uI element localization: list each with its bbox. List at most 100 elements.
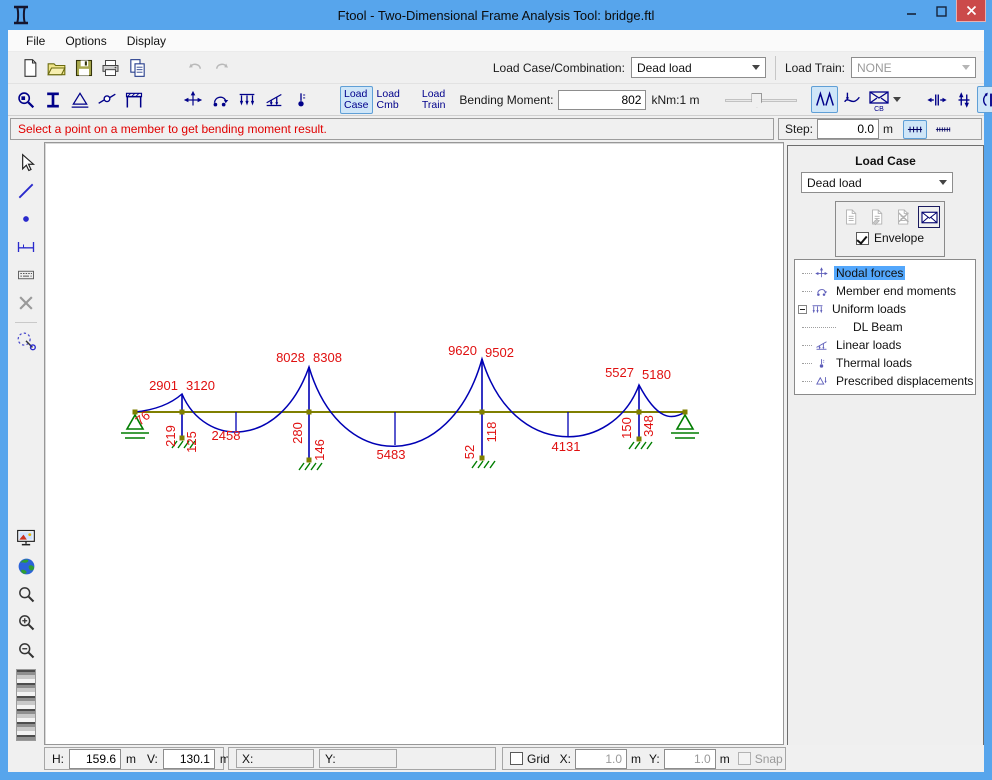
dimension-icon xyxy=(15,237,37,257)
grid-y-input[interactable] xyxy=(664,749,716,769)
section-properties-button[interactable] xyxy=(39,86,66,113)
load-combination-mode-button[interactable]: Load Cmb xyxy=(373,86,404,114)
prescribed-displacement-icon xyxy=(813,373,830,389)
svg-text:CB: CB xyxy=(874,106,884,113)
uniform-load-icon xyxy=(809,301,826,317)
svg-text:348: 348 xyxy=(641,415,656,437)
delete-load-case-button[interactable] xyxy=(892,206,914,228)
bending-moment-input[interactable] xyxy=(558,90,646,110)
envelope-case-button[interactable] xyxy=(918,206,940,228)
menu-display[interactable]: Display xyxy=(117,31,176,51)
monitor-icon xyxy=(15,528,37,548)
fit-view-button[interactable] xyxy=(13,525,39,551)
tree-item-prescribed-displacements[interactable]: Prescribed displacements xyxy=(797,372,973,390)
redo-button[interactable] xyxy=(208,54,235,81)
model-canvas[interactable]: 76 2901 3120 8028 8308 9620 9502 5527 51… xyxy=(44,142,784,745)
svg-text:125: 125 xyxy=(184,431,199,453)
save-floppy-icon xyxy=(74,58,94,78)
member-tool-button[interactable] xyxy=(13,178,39,204)
h-size-input[interactable] xyxy=(69,749,121,769)
window-frame xyxy=(0,772,992,780)
new-load-case-button[interactable] xyxy=(840,206,862,228)
tree-item-thermal-loads[interactable]: Thermal loads xyxy=(797,354,973,372)
snap-checkbox[interactable] xyxy=(738,752,751,765)
delete-tool-button[interactable] xyxy=(13,290,39,316)
rename-load-case-button[interactable] xyxy=(866,206,888,228)
undo-button[interactable] xyxy=(181,54,208,81)
status-message: Select a point on a member to get bendin… xyxy=(10,118,774,140)
node-tool-button[interactable] xyxy=(13,206,39,232)
delete-case-icon xyxy=(895,208,912,226)
thermal-loads-button[interactable] xyxy=(287,86,314,113)
grid-snap-group: Grid X: m Y: m Snap xyxy=(502,747,786,770)
v-size-input[interactable] xyxy=(163,749,215,769)
minimize-button[interactable] xyxy=(896,0,926,22)
dimension-tool-button[interactable] xyxy=(13,234,39,260)
minimize-icon xyxy=(906,6,917,17)
cursor-x-box: X: xyxy=(236,749,314,768)
menu-file[interactable]: File xyxy=(16,31,55,51)
tree-item-linear-loads[interactable]: Linear loads xyxy=(797,336,973,354)
tree-collapse-icon[interactable] xyxy=(798,305,807,314)
load-train-mode-button[interactable]: Load Train xyxy=(418,86,450,114)
hinge-button[interactable] xyxy=(93,86,120,113)
step-coarse-button[interactable] xyxy=(903,120,927,139)
uniform-loads-button[interactable] xyxy=(233,86,260,113)
step-input[interactable] xyxy=(817,119,879,139)
zoom-window-button[interactable] xyxy=(13,581,39,607)
transform-tool-button[interactable] xyxy=(13,327,39,353)
supports-button[interactable] xyxy=(66,86,93,113)
zoom-in-button[interactable] xyxy=(13,609,39,635)
member-end-moments-button[interactable] xyxy=(206,86,233,113)
print-button[interactable] xyxy=(97,54,124,81)
menu-options[interactable]: Options xyxy=(55,31,116,51)
copy-button[interactable] xyxy=(124,54,151,81)
step-fine-button[interactable] xyxy=(931,120,955,139)
rotation-moment-icon xyxy=(980,89,992,111)
slider-thumb[interactable] xyxy=(751,93,762,108)
load-train-select[interactable]: NONE xyxy=(851,57,976,78)
influence-line-icon xyxy=(841,89,863,111)
bending-moment-diagram-button[interactable] xyxy=(977,86,992,113)
keyboard-input-button[interactable] xyxy=(13,262,39,288)
zoom-out-button[interactable] xyxy=(13,637,39,663)
axial-force-icon xyxy=(926,89,948,111)
select-tool-button[interactable] xyxy=(13,150,39,176)
frame-icon xyxy=(124,90,144,110)
inspect-results-button[interactable] xyxy=(12,86,39,113)
axial-force-button[interactable] xyxy=(923,86,950,113)
linear-loads-button[interactable] xyxy=(260,86,287,113)
envelope-display-button[interactable]: CB xyxy=(865,86,892,113)
load-cmb-line2: Cmb xyxy=(377,100,400,111)
shear-force-button[interactable] xyxy=(950,86,977,113)
open-file-button[interactable] xyxy=(43,54,70,81)
load-case-combination-select[interactable]: Dead load xyxy=(631,57,766,78)
tree-item-member-end-moments[interactable]: Member end moments xyxy=(797,282,973,300)
tree-item-nodal-forces[interactable]: Nodal forces xyxy=(797,264,973,282)
tree-item-uniform-loads[interactable]: Uniform loads xyxy=(797,300,973,318)
delete-x-icon xyxy=(16,293,36,313)
grid-checkbox[interactable] xyxy=(510,752,523,765)
linear-load-icon xyxy=(263,89,285,111)
grid-y-unit: m xyxy=(720,752,730,766)
load-case-select[interactable]: Dead load xyxy=(801,172,953,193)
svg-text:5180: 5180 xyxy=(642,367,671,382)
diagram-display-button[interactable] xyxy=(811,86,838,113)
shrink-magnify-slider[interactable] xyxy=(16,669,36,741)
tree-item-dl-beam[interactable]: DL Beam xyxy=(797,318,973,336)
new-file-icon xyxy=(20,58,40,78)
scale-slider[interactable] xyxy=(723,91,799,109)
maximize-button[interactable] xyxy=(926,0,956,22)
nodal-forces-button[interactable] xyxy=(179,86,206,113)
influence-line-button[interactable] xyxy=(838,86,865,113)
new-file-button[interactable] xyxy=(16,54,43,81)
envelope-dropdown-caret[interactable] xyxy=(893,97,901,106)
envelope-checkbox[interactable] xyxy=(856,232,869,245)
load-case-mode-button[interactable]: Load Case xyxy=(340,86,373,114)
world-view-button[interactable] xyxy=(13,553,39,579)
grid-x-input[interactable] xyxy=(575,749,627,769)
save-file-button[interactable] xyxy=(70,54,97,81)
close-button[interactable] xyxy=(956,0,986,22)
tree-connector xyxy=(802,327,836,328)
member-frame-button[interactable] xyxy=(120,86,147,113)
